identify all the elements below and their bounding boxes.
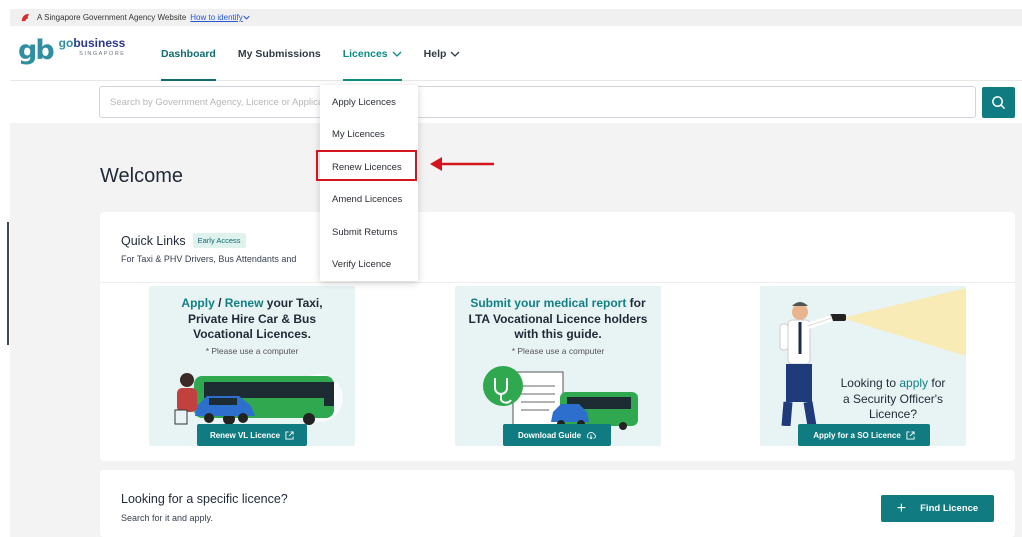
gov-masthead: A Singapore Government Agency Website Ho… — [10, 9, 1022, 26]
nav-licences-label: Licences — [342, 47, 388, 60]
security-officer-banner[interactable]: Looking to apply for a Security Officer'… — [760, 286, 966, 446]
nav-dashboard[interactable]: Dashboard — [150, 26, 227, 81]
nav-my-submissions-label: My Submissions — [237, 47, 321, 60]
banner-text-line: Vocational Licences. — [193, 327, 311, 341]
banner-text: Apply / Renew your Taxi, Private Hire Ca… — [149, 296, 355, 343]
menu-item-my-licences[interactable]: My Licences — [332, 129, 385, 140]
taxi-bus-illustration — [174, 373, 343, 425]
search-icon — [992, 96, 1006, 110]
nav-dashboard-label: Dashboard — [161, 47, 216, 60]
nav-help-label: Help — [423, 47, 447, 60]
medical-document-illustration — [483, 366, 638, 430]
nav-my-submissions[interactable]: My Submissions — [227, 26, 332, 81]
logo-go: go — [58, 36, 74, 50]
find-licence-button[interactable]: + Find Licence — [881, 495, 994, 522]
chevron-down-icon — [392, 51, 402, 57]
chevron-down-icon — [243, 15, 250, 20]
logo-tagline: SINGAPORE — [79, 51, 126, 57]
nav-licences[interactable]: Licences — [332, 26, 413, 81]
menu-item-apply-licences[interactable]: Apply Licences — [332, 97, 396, 108]
banner-text-line: a Security Officer's — [842, 391, 944, 406]
menu-item-submit-returns[interactable]: Submit Returns — [332, 227, 397, 238]
licences-dropdown-menu: Apply Licences My Licences Renew Licence… — [320, 85, 418, 281]
menu-item-verify-licence[interactable]: Verify Licence — [332, 259, 391, 270]
logo-business: business — [73, 36, 126, 50]
banner-highlight: Renew — [224, 296, 264, 310]
banner-text-line: with this guide. — [514, 327, 602, 341]
search-input[interactable] — [99, 86, 976, 118]
search-button[interactable] — [982, 87, 1015, 118]
banner-highlight: Submit your medical report — [470, 296, 627, 310]
logo-word: gobusiness — [58, 36, 126, 50]
menu-item-amend-licences[interactable]: Amend Licences — [332, 194, 402, 205]
top-navigation: gb gobusiness SINGAPORE Dashboard My Sub… — [10, 26, 1022, 81]
banner-text-line: Private Hire Car & Bus — [187, 311, 317, 326]
quick-links-heading: Quick Links — [121, 233, 186, 248]
banner-text-part: / — [214, 296, 225, 310]
banner-text-part: your Taxi, — [263, 296, 323, 310]
masthead-text: A Singapore Government Agency Website — [37, 13, 187, 22]
banner-text: Looking to apply for a Security Officer'… — [820, 376, 966, 423]
main-nav: Dashboard My Submissions Licences Help — [150, 26, 471, 81]
download-guide-button[interactable]: Download Guide — [503, 424, 611, 446]
banner-note: * Please use a computer — [511, 346, 605, 356]
vocational-licence-banner[interactable]: Apply / Renew your Taxi, Private Hire Ca… — [149, 286, 355, 446]
plus-icon: + — [896, 499, 907, 517]
chevron-down-icon — [450, 51, 460, 57]
banner-text-line: Licence? — [868, 407, 918, 421]
search-bar — [10, 81, 1022, 123]
external-link-icon — [285, 430, 294, 440]
banner-note: * Please use a computer — [205, 346, 299, 356]
specific-licence-card: Looking for a specific licence? Search f… — [100, 470, 1015, 537]
banner-highlight: apply — [899, 376, 929, 390]
find-licence-label: Find Licence — [920, 503, 979, 514]
apply-so-licence-label: Apply for a SO Licence — [813, 430, 901, 440]
download-guide-label: Download Guide — [517, 430, 582, 440]
gobusiness-logo[interactable]: gb gobusiness SINGAPORE — [18, 35, 126, 66]
logo-wordmark: gobusiness SINGAPORE — [58, 36, 126, 60]
red-arrow-icon — [430, 157, 494, 171]
banner-text-part: for — [626, 296, 646, 310]
how-to-identify-link[interactable]: How to identify — [190, 13, 242, 22]
early-access-badge: Early Access — [192, 233, 246, 248]
external-link-icon — [906, 430, 915, 440]
specific-licence-title: Looking for a specific licence? — [121, 492, 288, 506]
divider — [100, 282, 1015, 283]
specific-licence-subtitle: Search for it and apply. — [121, 513, 213, 523]
page-title: Welcome — [100, 165, 183, 187]
banner-text-part: Looking to — [840, 376, 900, 390]
download-cloud-icon — [587, 431, 597, 439]
renew-vl-licence-label: Renew VL Licence — [209, 430, 281, 440]
nav-help[interactable]: Help — [413, 26, 472, 81]
banner-highlight: Apply — [181, 296, 215, 310]
banner-text-part: for — [928, 376, 946, 390]
medical-report-banner[interactable]: Submit your medical report for LTA Vocat… — [455, 286, 661, 446]
logo-mark: gb — [18, 35, 55, 66]
sidebar-scroll-indicator — [7, 222, 9, 345]
banner-text: Submit your medical report for LTA Vocat… — [455, 296, 661, 343]
quick-links-title: Quick Links Early Access — [121, 233, 246, 248]
quick-links-subtitle: For Taxi & PHV Drivers, Bus Attendants a… — [121, 254, 297, 264]
banner-text-line: LTA Vocational Licence holders — [468, 311, 648, 326]
quick-links-card: Quick Links Early Access For Taxi & PHV … — [100, 212, 1015, 461]
renew-vl-licence-button[interactable]: Renew VL Licence — [197, 424, 307, 446]
highlight-box — [316, 150, 417, 181]
singapore-lion-icon — [21, 13, 30, 22]
apply-so-licence-button[interactable]: Apply for a SO Licence — [798, 424, 930, 446]
